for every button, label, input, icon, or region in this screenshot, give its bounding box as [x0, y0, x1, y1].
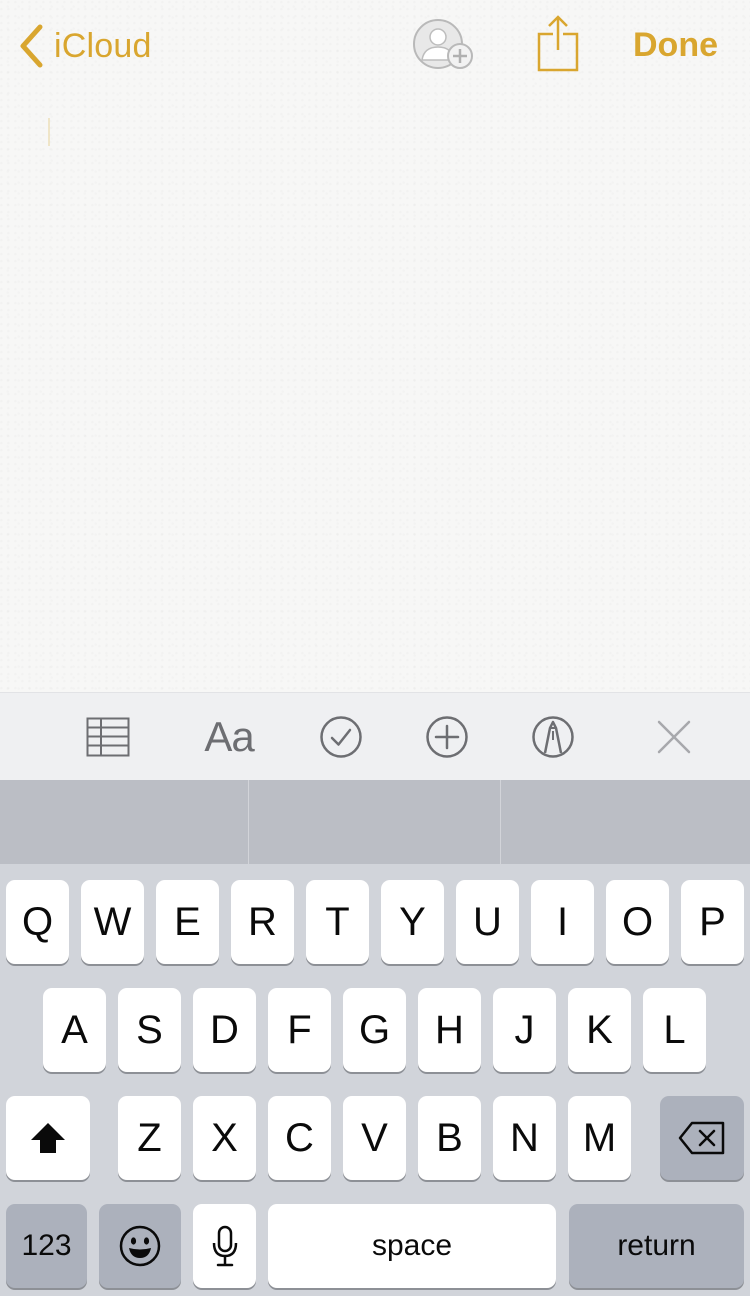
key-label: J: [514, 1007, 535, 1052]
prediction-slot[interactable]: [501, 780, 750, 864]
predictive-text-bar: [0, 780, 750, 864]
key-b[interactable]: B: [418, 1096, 481, 1180]
key-label: P: [699, 899, 726, 944]
key-label: C: [285, 1115, 314, 1160]
key-k[interactable]: K: [568, 988, 631, 1072]
add-person-icon: [413, 19, 473, 69]
delete-key[interactable]: [660, 1096, 744, 1180]
key-label: X: [211, 1115, 238, 1160]
prediction-slot[interactable]: [0, 780, 248, 864]
key-label: space: [371, 1229, 453, 1262]
key-u[interactable]: U: [456, 880, 519, 964]
note-body[interactable]: [0, 0, 750, 692]
dictation-key[interactable]: [193, 1204, 256, 1288]
chevron-left-icon: [20, 24, 43, 68]
shift-icon: [31, 1123, 65, 1153]
key-e[interactable]: E: [156, 880, 219, 964]
emoji-key[interactable]: [99, 1204, 181, 1288]
share-icon: [537, 15, 579, 72]
key-p[interactable]: P: [681, 880, 744, 964]
key-label: F: [287, 1007, 312, 1052]
shift-key[interactable]: [6, 1096, 90, 1180]
table-icon: [86, 717, 130, 757]
key-q[interactable]: Q: [6, 880, 69, 964]
key-label: Z: [137, 1115, 162, 1160]
add-attachment-button[interactable]: [424, 707, 470, 767]
key-label: return: [617, 1229, 696, 1262]
key-j[interactable]: J: [493, 988, 556, 1072]
key-f[interactable]: F: [268, 988, 331, 1072]
key-g[interactable]: G: [343, 988, 406, 1072]
return-key[interactable]: return: [569, 1204, 744, 1288]
key-label: Y: [399, 899, 426, 944]
key-w[interactable]: W: [81, 880, 144, 964]
prediction-slot[interactable]: [249, 780, 500, 864]
key-c[interactable]: C: [268, 1096, 331, 1180]
key-n[interactable]: N: [493, 1096, 556, 1180]
key-m[interactable]: M: [568, 1096, 631, 1180]
checklist-icon: [320, 716, 362, 758]
key-l[interactable]: L: [643, 988, 706, 1072]
key-label: S: [136, 1007, 163, 1052]
key-label: R: [248, 899, 277, 944]
key-x[interactable]: X: [193, 1096, 256, 1180]
key-label: N: [510, 1115, 539, 1160]
space-key[interactable]: space: [268, 1204, 556, 1288]
navigation-bar: iCloud Done: [0, 0, 750, 92]
add-icon: [426, 716, 468, 758]
emoji-icon: [119, 1225, 161, 1267]
key-t[interactable]: T: [306, 880, 369, 964]
key-v[interactable]: V: [343, 1096, 406, 1180]
key-label: 123: [21, 1229, 72, 1262]
key-z[interactable]: Z: [118, 1096, 181, 1180]
key-o[interactable]: O: [606, 880, 669, 964]
key-label: L: [663, 1007, 686, 1052]
key-label: M: [582, 1115, 617, 1160]
markup-button[interactable]: [530, 707, 576, 767]
key-label: T: [325, 899, 350, 944]
done-button[interactable]: Done: [633, 26, 718, 65]
key-r[interactable]: R: [231, 880, 294, 964]
numbers-key[interactable]: 123: [6, 1204, 87, 1288]
checklist-button[interactable]: [318, 707, 364, 767]
key-d[interactable]: D: [193, 988, 256, 1072]
markup-icon: [532, 716, 574, 758]
key-label: K: [586, 1007, 613, 1052]
key-label: A: [61, 1007, 88, 1052]
key-h[interactable]: H: [418, 988, 481, 1072]
add-people-button[interactable]: [410, 16, 482, 76]
key-label: G: [358, 1007, 391, 1052]
key-label: O: [621, 899, 654, 944]
key-label: B: [436, 1115, 463, 1160]
format-button[interactable]: Aa: [196, 707, 262, 767]
key-label: I: [556, 899, 569, 944]
key-a[interactable]: A: [43, 988, 106, 1072]
key-label: D: [210, 1007, 239, 1052]
table-button[interactable]: [82, 707, 134, 767]
key-y[interactable]: Y: [381, 880, 444, 964]
backspace-icon: [678, 1121, 725, 1155]
key-label: H: [435, 1007, 464, 1052]
back-label: iCloud: [54, 26, 152, 65]
format-icon: Aa: [204, 713, 254, 760]
back-button[interactable]: iCloud: [18, 22, 152, 70]
share-button[interactable]: [534, 14, 582, 74]
microphone-icon: [212, 1225, 237, 1267]
key-i[interactable]: I: [531, 880, 594, 964]
key-label: E: [174, 899, 201, 944]
formatting-toolbar: Aa: [0, 692, 750, 781]
close-toolbar-button[interactable]: [652, 707, 696, 767]
key-label: Q: [21, 899, 54, 944]
text-cursor: [48, 118, 50, 146]
key-s[interactable]: S: [118, 988, 181, 1072]
keyboard: Q W E R T Y U I O P A S D F G H J K L Z …: [0, 864, 750, 1296]
close-icon: [657, 720, 691, 754]
key-label: U: [473, 899, 502, 944]
key-label: V: [361, 1115, 388, 1160]
key-label: W: [93, 899, 132, 944]
